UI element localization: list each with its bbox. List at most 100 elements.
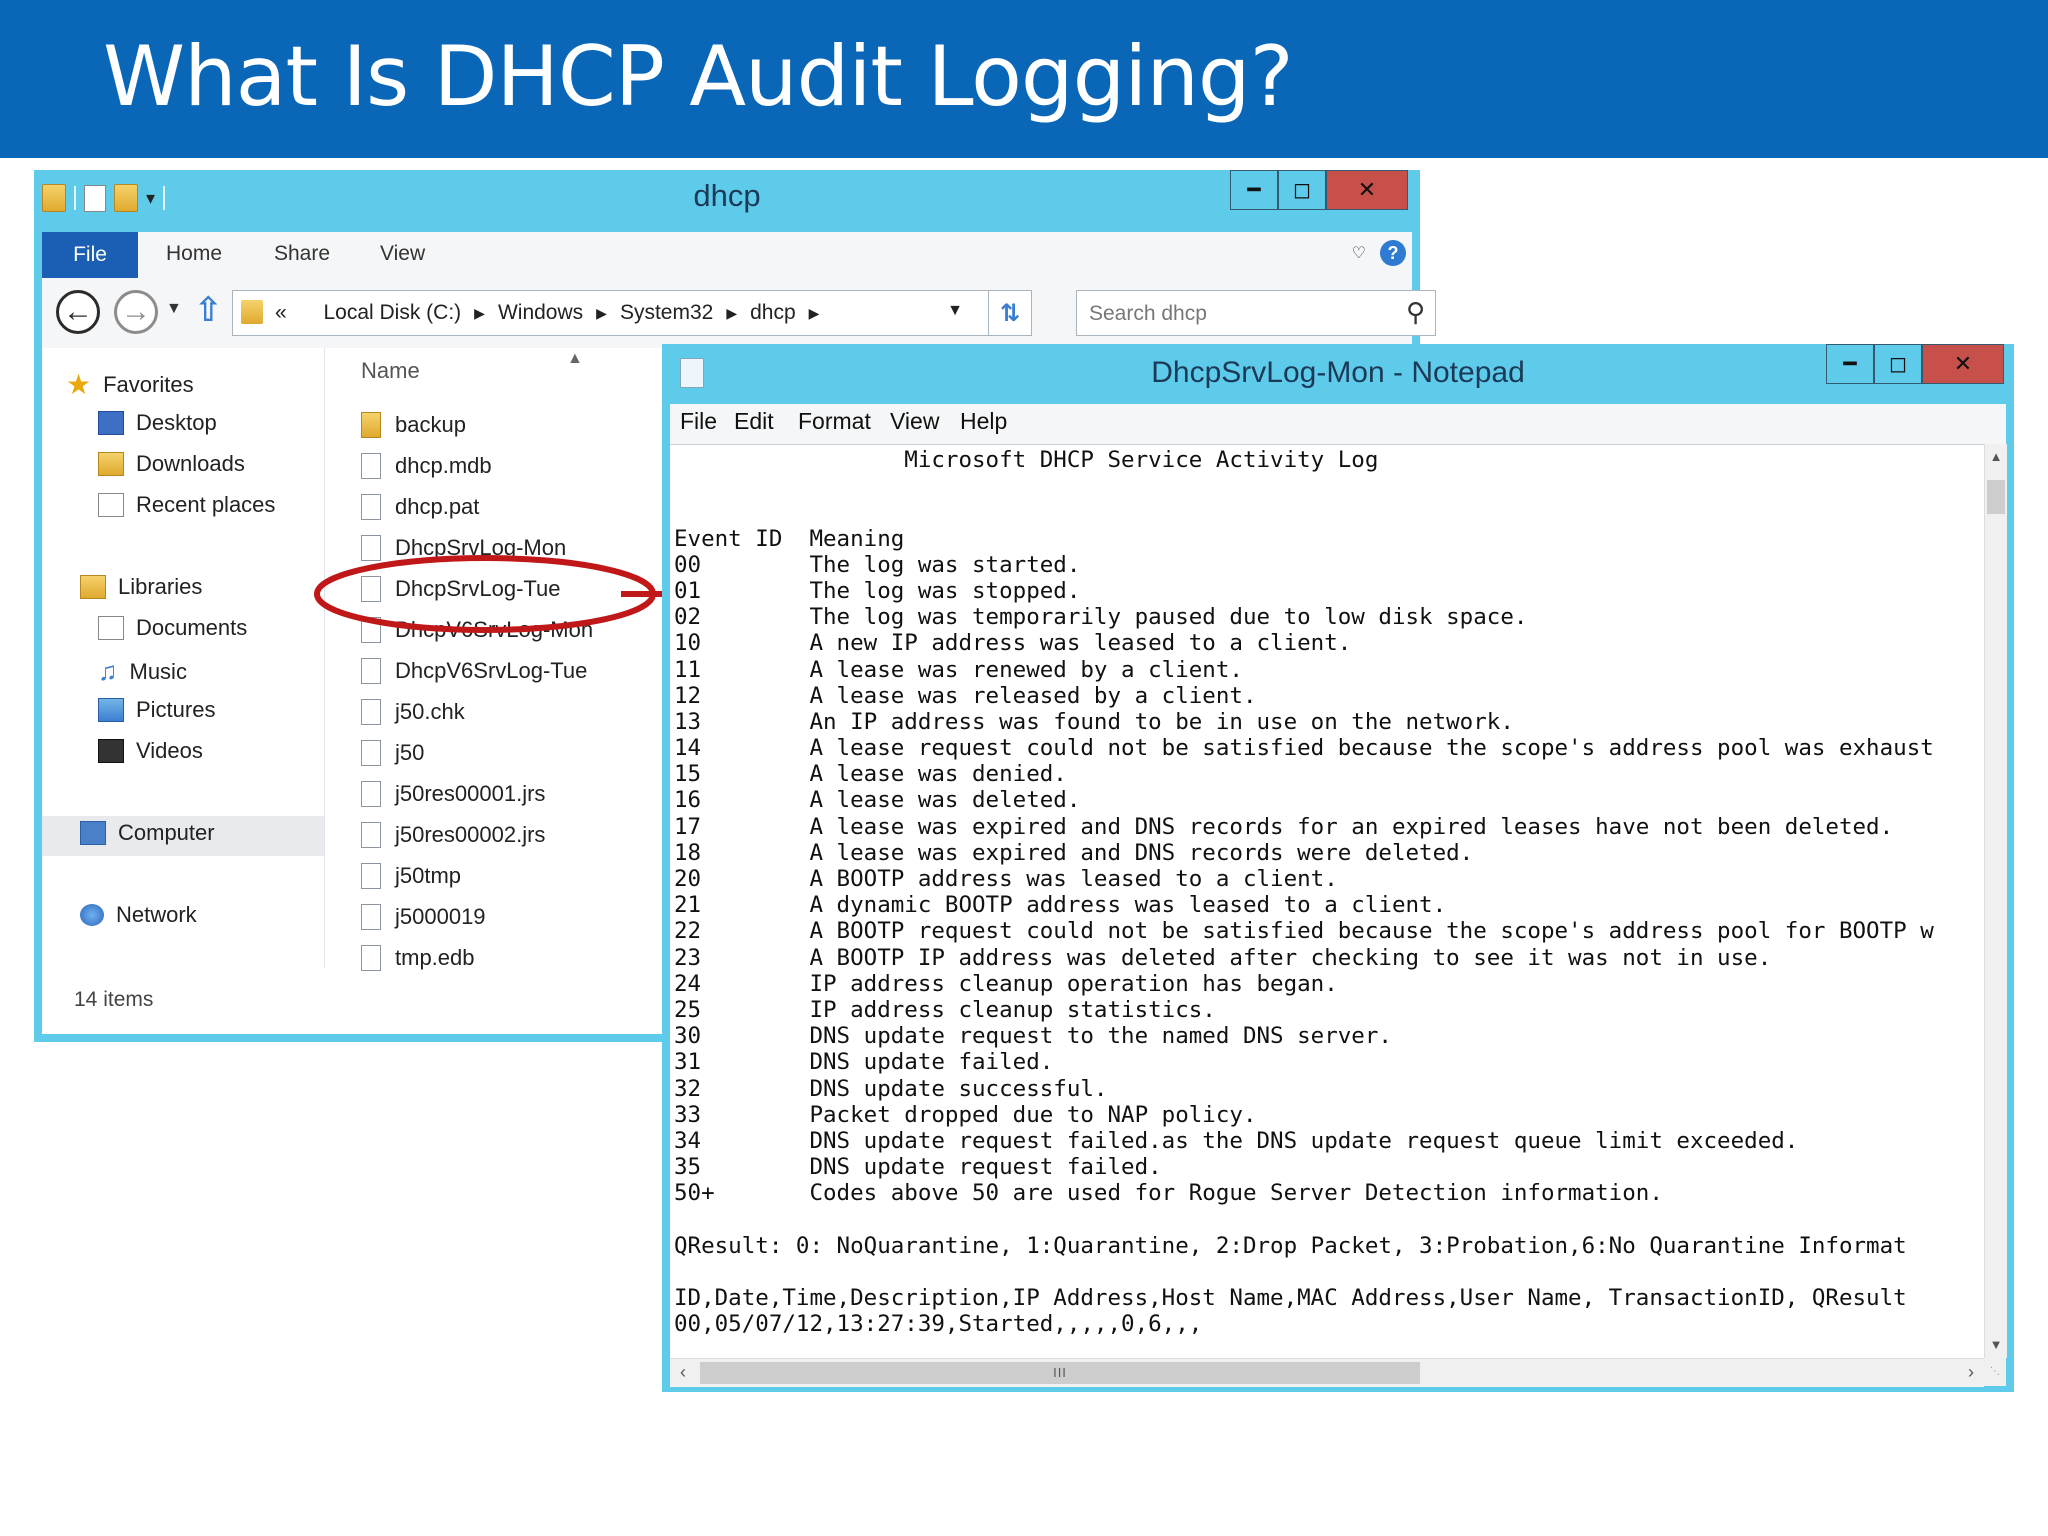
file-row[interactable]: DhcpV6SrvLog-Mon bbox=[361, 617, 593, 643]
horizontal-scrollbar[interactable]: ‹ III › bbox=[670, 1358, 1984, 1387]
menu-help[interactable]: Help bbox=[960, 408, 1007, 435]
resize-grip-icon[interactable]: ⋱ bbox=[1984, 1358, 2006, 1386]
menu-edit[interactable]: Edit bbox=[734, 408, 774, 435]
help-icon[interactable]: ? bbox=[1380, 240, 1406, 266]
refresh-icon[interactable]: ⇅ bbox=[988, 291, 1031, 335]
tab-file[interactable]: File bbox=[42, 232, 138, 278]
up-arrow-icon[interactable]: ⇧ bbox=[194, 290, 223, 330]
nav-item-documents[interactable]: Documents bbox=[98, 615, 247, 641]
nav-item-favorites[interactable]: ★ Favorites bbox=[66, 368, 194, 401]
scroll-up-icon[interactable]: ▲ bbox=[1985, 444, 2007, 470]
nav-item-downloads[interactable]: Downloads bbox=[98, 451, 245, 477]
file-row[interactable]: DhcpV6SrvLog-Tue bbox=[361, 658, 587, 684]
recent-locations-dropdown-icon[interactable]: ▼ bbox=[166, 300, 182, 318]
search-box: ⚲ bbox=[1076, 290, 1436, 337]
column-header-name[interactable]: Name bbox=[361, 358, 420, 384]
file-row-selected[interactable]: DhcpSrvLog-Tue bbox=[361, 576, 560, 602]
log-line: 24 IP address cleanup operation has bega… bbox=[674, 970, 1338, 997]
back-button[interactable]: ← bbox=[56, 290, 100, 334]
nav-label: Videos bbox=[136, 738, 203, 763]
file-row[interactable]: j50res00001.jrs bbox=[361, 781, 545, 807]
file-row[interactable]: j50res00002.jrs bbox=[361, 822, 545, 848]
log-line: 20 A BOOTP address was leased to a clien… bbox=[674, 866, 1338, 892]
log-line: 14 A lease request could not be satisfie… bbox=[674, 735, 1934, 762]
explorer-window-controls: ━ ◻ ✕ bbox=[1230, 170, 1408, 210]
nav-item-computer[interactable]: Computer bbox=[80, 820, 215, 846]
nav-item-pictures[interactable]: Pictures bbox=[98, 697, 215, 723]
file-row[interactable]: tmp.edb bbox=[361, 945, 475, 971]
address-bar[interactable]: « ▶ Local Disk (C:) ▶ Windows ▶ System32… bbox=[232, 290, 1032, 336]
minimize-button[interactable]: ━ bbox=[1826, 344, 1874, 384]
menu-format[interactable]: Format bbox=[798, 408, 871, 435]
nav-item-desktop[interactable]: Desktop bbox=[98, 410, 217, 436]
menu-view[interactable]: View bbox=[890, 408, 939, 435]
scroll-down-icon[interactable]: ▼ bbox=[1985, 1332, 2007, 1358]
breadcrumb-overflow[interactable]: « bbox=[275, 301, 287, 325]
notepad-title: DhcpSrvLog-Mon - Notepad bbox=[1151, 356, 1525, 389]
file-icon bbox=[361, 699, 381, 725]
file-name: j50 bbox=[395, 740, 425, 765]
nav-item-videos[interactable]: Videos bbox=[98, 738, 203, 764]
horizontal-scroll-thumb[interactable]: III bbox=[700, 1362, 1420, 1384]
nav-item-music[interactable]: ♫ Music bbox=[98, 656, 187, 687]
notepad-text-area[interactable]: Microsoft DHCP Service Activity Log Event… bbox=[670, 444, 1984, 1359]
file-row[interactable]: DhcpSrvLog-Mon bbox=[361, 535, 566, 561]
maximize-button[interactable]: ◻ bbox=[1874, 344, 1922, 384]
breadcrumb-dhcp[interactable]: dhcp bbox=[750, 301, 796, 325]
log-line: 02 The log was temporarily paused due to… bbox=[674, 604, 1528, 631]
file-name: dhcp.mdb bbox=[395, 453, 492, 478]
close-button[interactable]: ✕ bbox=[1922, 344, 2004, 384]
nav-item-recent-places[interactable]: Recent places bbox=[98, 492, 275, 518]
file-name: backup bbox=[395, 412, 466, 437]
file-icon bbox=[361, 781, 381, 807]
nav-item-libraries[interactable]: Libraries bbox=[80, 574, 202, 600]
close-button[interactable]: ✕ bbox=[1326, 170, 1408, 210]
nav-item-network[interactable]: Network bbox=[80, 902, 197, 928]
tab-home[interactable]: Home bbox=[166, 242, 222, 266]
ribbon-right-controls: ♡ ? bbox=[1352, 240, 1406, 266]
breadcrumb-separator-icon[interactable]: ▶ bbox=[809, 305, 820, 322]
search-input[interactable] bbox=[1087, 291, 1391, 337]
file-name: DhcpSrvLog-Mon bbox=[395, 535, 567, 560]
forward-button[interactable]: → bbox=[114, 290, 158, 334]
scroll-left-icon[interactable]: ‹ bbox=[670, 1359, 696, 1387]
file-icon bbox=[361, 453, 381, 479]
explorer-titlebar: ▾ dhcp ━ ◻ ✕ bbox=[34, 170, 1420, 232]
network-icon bbox=[80, 904, 104, 926]
expand-ribbon-icon[interactable]: ♡ bbox=[1352, 243, 1366, 263]
address-dropdown-icon[interactable]: ▼ bbox=[947, 302, 963, 320]
explorer-title: dhcp bbox=[693, 178, 761, 213]
file-name: tmp.edb bbox=[395, 945, 475, 970]
breadcrumb-separator-icon[interactable]: ▶ bbox=[726, 305, 737, 322]
file-row[interactable]: dhcp.mdb bbox=[361, 453, 492, 479]
search-icon[interactable]: ⚲ bbox=[1406, 297, 1425, 328]
log-line: Microsoft DHCP Service Activity Log bbox=[674, 447, 1379, 473]
file-row[interactable]: backup bbox=[361, 412, 466, 438]
file-row[interactable]: dhcp.pat bbox=[361, 494, 479, 520]
breadcrumb-separator-icon[interactable]: ▶ bbox=[596, 305, 607, 322]
scroll-right-icon[interactable]: › bbox=[1958, 1359, 1984, 1387]
file-row[interactable]: j50.chk bbox=[361, 699, 465, 725]
file-row[interactable]: j50 bbox=[361, 740, 424, 766]
file-name: j50.chk bbox=[395, 699, 465, 724]
log-line: 17 A lease was expired and DNS records f… bbox=[674, 813, 1894, 840]
vertical-scroll-thumb[interactable] bbox=[1987, 480, 2005, 514]
vertical-scrollbar[interactable]: ▲ ▼ bbox=[1984, 444, 2007, 1358]
recent-places-icon bbox=[98, 493, 124, 517]
breadcrumb-system32[interactable]: System32 bbox=[620, 301, 713, 325]
tab-view[interactable]: View bbox=[380, 242, 425, 266]
folder-icon bbox=[361, 412, 381, 438]
downloads-icon bbox=[98, 452, 124, 476]
tab-share[interactable]: Share bbox=[274, 242, 330, 266]
menu-file[interactable]: File bbox=[680, 408, 717, 435]
maximize-button[interactable]: ◻ bbox=[1278, 170, 1326, 210]
nav-label: Libraries bbox=[118, 574, 203, 599]
breadcrumb-separator-icon[interactable]: ▶ bbox=[474, 305, 485, 322]
file-row[interactable]: j50tmp bbox=[361, 863, 461, 889]
breadcrumb-windows[interactable]: Windows bbox=[498, 301, 583, 325]
minimize-button[interactable]: ━ bbox=[1230, 170, 1278, 210]
breadcrumb-local-disk[interactable]: Local Disk (C:) bbox=[323, 301, 461, 325]
file-row[interactable]: j5000019 bbox=[361, 904, 486, 930]
